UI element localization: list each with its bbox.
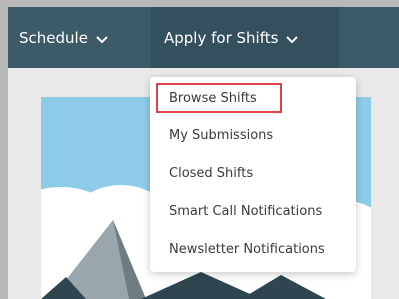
apply-for-shifts-dropdown: Browse Shifts My Submissions Closed Shif… [150,77,356,272]
nav-schedule-label: Schedule [19,28,88,47]
menu-item-smart-call-notifications[interactable]: Smart Call Notifications [169,204,322,219]
nav-apply-for-shifts-label: Apply for Shifts [164,28,279,47]
menu-item-my-submissions[interactable]: My Submissions [169,128,273,143]
chevron-down-icon [286,30,299,48]
top-navbar: Schedule Apply for Shifts [8,7,399,68]
nav-schedule[interactable]: Schedule [8,7,151,68]
menu-item-newsletter-notifications[interactable]: Newsletter Notifications [169,242,325,257]
app-frame: Schedule Apply for Shifts Browse Shifts … [8,7,399,299]
menu-item-closed-shifts[interactable]: Closed Shifts [169,166,253,181]
nav-apply-for-shifts[interactable]: Apply for Shifts [151,7,339,68]
chevron-down-icon [96,30,108,48]
menu-item-browse-shifts[interactable]: Browse Shifts [169,91,257,106]
